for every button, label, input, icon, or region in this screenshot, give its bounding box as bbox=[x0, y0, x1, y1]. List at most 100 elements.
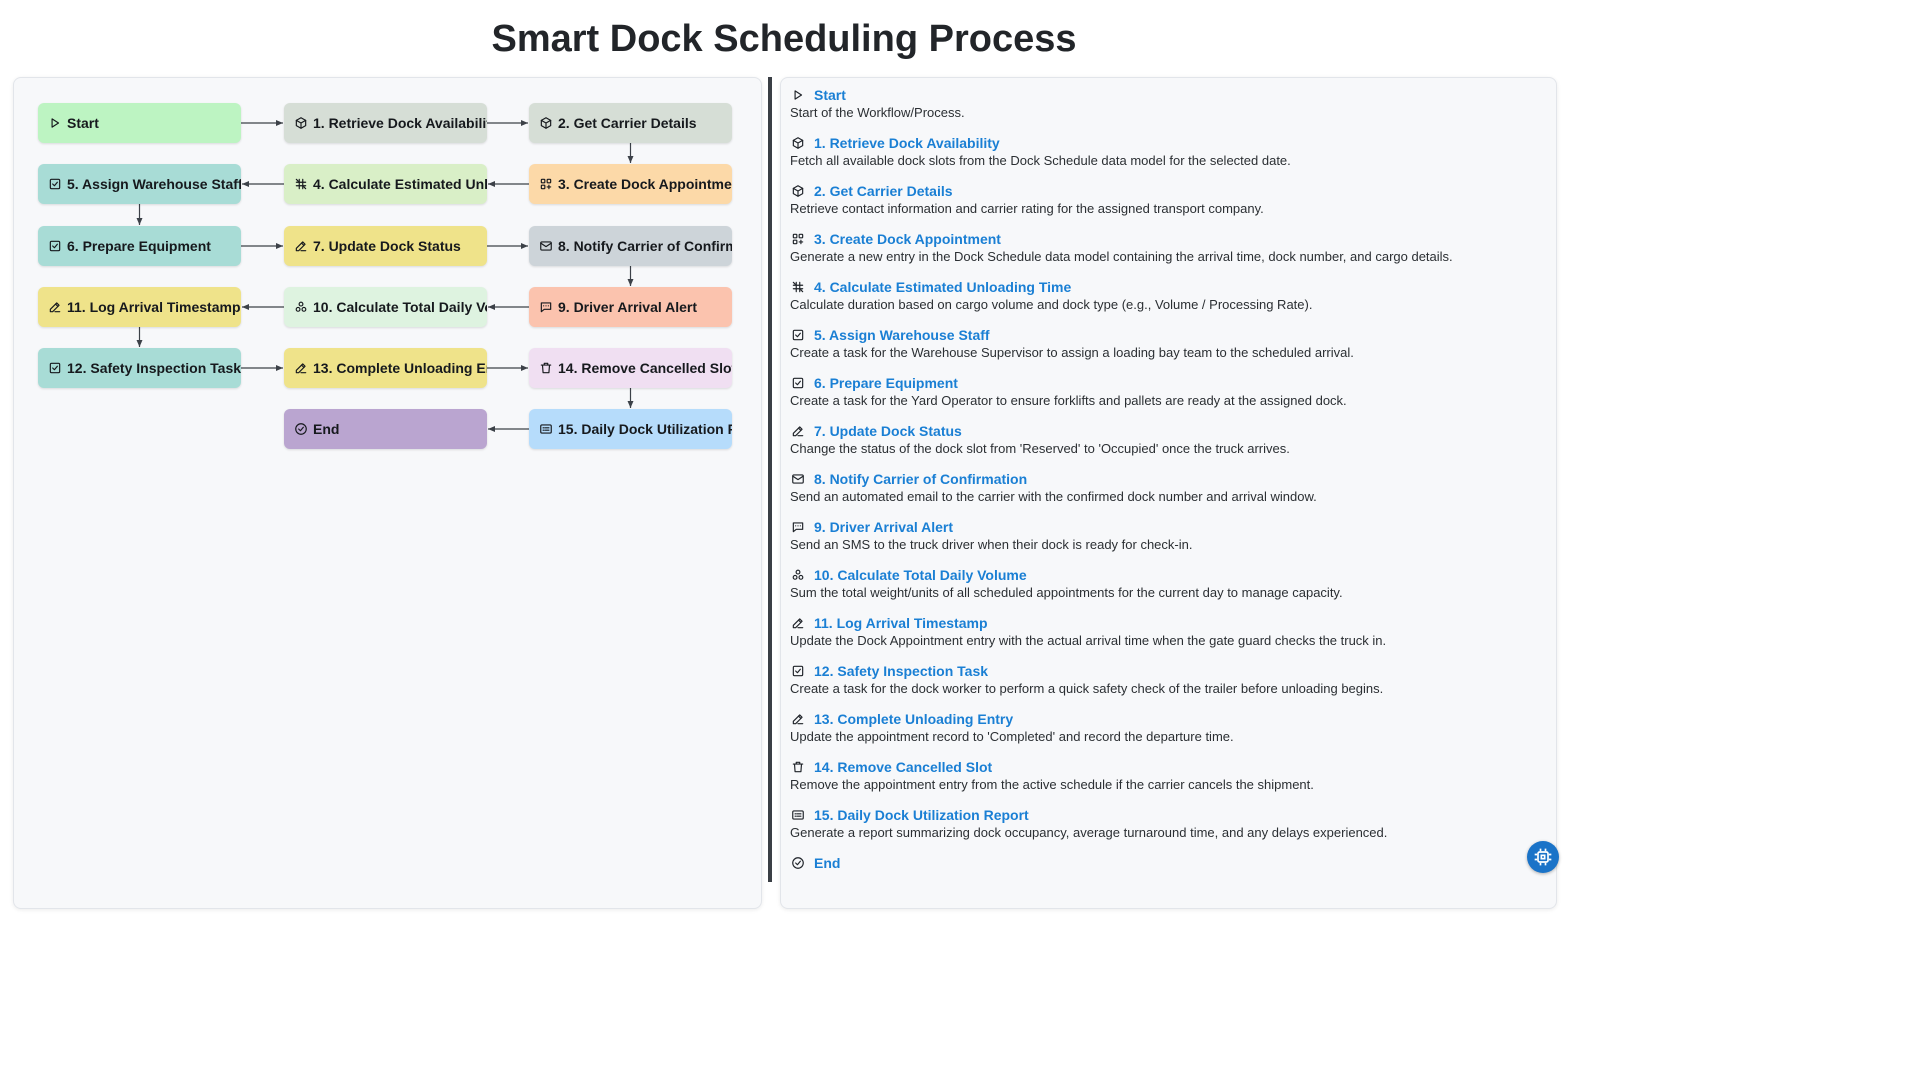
step-item: 1. Retrieve Dock Availability Fetch all a… bbox=[790, 134, 1550, 169]
node-s8[interactable]: 8. Notify Carrier of Confirmation bbox=[529, 226, 732, 266]
check-circle-icon bbox=[791, 856, 805, 870]
trash-icon bbox=[539, 361, 553, 375]
node-label: 3. Create Dock Appointment bbox=[558, 176, 732, 192]
step-description: Generate a new entry in the Dock Schedul… bbox=[790, 249, 1453, 264]
edit-icon bbox=[791, 424, 805, 438]
message-icon bbox=[539, 300, 553, 314]
report-icon bbox=[791, 808, 805, 822]
node-label: 15. Daily Dock Utilization Report bbox=[558, 421, 732, 437]
chip-icon bbox=[1533, 847, 1553, 867]
step-title-link[interactable]: 2. Get Carrier Details bbox=[814, 183, 953, 199]
node-label: 13. Complete Unloading Entry bbox=[313, 360, 487, 376]
node-label: 4. Calculate Estimated Unloading Time bbox=[313, 176, 487, 192]
panel-divider[interactable] bbox=[768, 77, 772, 882]
step-title-link[interactable]: 4. Calculate Estimated Unloading Time bbox=[814, 279, 1071, 295]
checkbox-icon bbox=[48, 177, 62, 191]
assistant-button[interactable] bbox=[1527, 841, 1559, 873]
trash-icon bbox=[791, 760, 805, 774]
step-item: 13. Complete Unloading Entry Update the a… bbox=[790, 710, 1550, 745]
node-s10[interactable]: 10. Calculate Total Daily Volume bbox=[284, 287, 487, 327]
checkbox-icon bbox=[48, 239, 62, 253]
node-s13[interactable]: 13. Complete Unloading Entry bbox=[284, 348, 487, 388]
step-title-link[interactable]: 9. Driver Arrival Alert bbox=[814, 519, 953, 535]
grid-icon bbox=[791, 232, 805, 246]
step-description: Remove the appointment entry from the ac… bbox=[790, 777, 1314, 792]
cube-icon bbox=[294, 116, 308, 130]
step-description: Create a task for the Warehouse Supervis… bbox=[790, 345, 1354, 360]
hash-icon bbox=[294, 177, 308, 191]
step-item: 10. Calculate Total Daily Volume Sum the … bbox=[790, 566, 1550, 601]
node-s7[interactable]: 7. Update Dock Status bbox=[284, 226, 487, 266]
node-label: 7. Update Dock Status bbox=[313, 238, 461, 254]
step-title-link[interactable]: 12. Safety Inspection Task bbox=[814, 663, 988, 679]
step-title-link[interactable]: 13. Complete Unloading Entry bbox=[814, 711, 1013, 727]
node-s3[interactable]: 3. Create Dock Appointment bbox=[529, 164, 732, 204]
step-description: Send an SMS to the truck driver when the… bbox=[790, 537, 1193, 552]
step-description: Send an automated email to the carrier w… bbox=[790, 489, 1317, 504]
step-item: 7. Update Dock Status Change the status o… bbox=[790, 422, 1550, 457]
step-description: Update the appointment record to 'Comple… bbox=[790, 729, 1234, 744]
step-title-link[interactable]: Start bbox=[814, 87, 846, 103]
step-item: 4. Calculate Estimated Unloading Time Cal… bbox=[790, 278, 1550, 313]
node-s11[interactable]: 11. Log Arrival Timestamp bbox=[38, 287, 241, 327]
node-label: 14. Remove Cancelled Slot bbox=[558, 360, 732, 376]
step-title-link[interactable]: 3. Create Dock Appointment bbox=[814, 231, 1001, 247]
step-title-link[interactable]: 10. Calculate Total Daily Volume bbox=[814, 567, 1027, 583]
edit-icon bbox=[791, 616, 805, 630]
node-s9[interactable]: 9. Driver Arrival Alert bbox=[529, 287, 732, 327]
node-label: 12. Safety Inspection Task bbox=[67, 360, 241, 376]
node-s6[interactable]: 6. Prepare Equipment bbox=[38, 226, 241, 266]
dots-icon bbox=[791, 568, 805, 582]
node-label: 1. Retrieve Dock Availability bbox=[313, 115, 487, 131]
node-s5[interactable]: 5. Assign Warehouse Staff bbox=[38, 164, 241, 204]
node-s12[interactable]: 12. Safety Inspection Task bbox=[38, 348, 241, 388]
edit-icon bbox=[294, 361, 308, 375]
node-s4[interactable]: 4. Calculate Estimated Unloading Time bbox=[284, 164, 487, 204]
step-description: Calculate duration based on cargo volume… bbox=[790, 297, 1313, 312]
cube-icon bbox=[539, 116, 553, 130]
report-icon bbox=[539, 422, 553, 436]
step-title-link[interactable]: 8. Notify Carrier of Confirmation bbox=[814, 471, 1027, 487]
step-item: 9. Driver Arrival Alert Send an SMS to th… bbox=[790, 518, 1550, 553]
step-item: 14. Remove Cancelled Slot Remove the appo… bbox=[790, 758, 1550, 793]
edit-icon bbox=[791, 712, 805, 726]
node-label: End bbox=[313, 421, 340, 437]
step-title-link[interactable]: 1. Retrieve Dock Availability bbox=[814, 135, 1000, 151]
node-label: 8. Notify Carrier of Confirmation bbox=[558, 238, 732, 254]
node-start[interactable]: Start bbox=[38, 103, 241, 143]
grid-icon bbox=[539, 177, 553, 191]
node-s15[interactable]: 15. Daily Dock Utilization Report bbox=[529, 409, 732, 449]
step-title-link[interactable]: 11. Log Arrival Timestamp bbox=[814, 615, 988, 631]
step-title-link[interactable]: 15. Daily Dock Utilization Report bbox=[814, 807, 1029, 823]
step-title-link[interactable]: 14. Remove Cancelled Slot bbox=[814, 759, 992, 775]
node-s2[interactable]: 2. Get Carrier Details bbox=[529, 103, 732, 143]
step-description: Create a task for the Yard Operator to e… bbox=[790, 393, 1347, 408]
cube-icon bbox=[791, 184, 805, 198]
play-icon bbox=[48, 116, 62, 130]
node-s14[interactable]: 14. Remove Cancelled Slot bbox=[529, 348, 732, 388]
checkbox-icon bbox=[791, 664, 805, 678]
step-item: 5. Assign Warehouse Staff Create a task f… bbox=[790, 326, 1550, 361]
node-label: 2. Get Carrier Details bbox=[558, 115, 697, 131]
edit-icon bbox=[48, 300, 62, 314]
dots-icon bbox=[294, 300, 308, 314]
node-s1[interactable]: 1. Retrieve Dock Availability bbox=[284, 103, 487, 143]
node-label: 11. Log Arrival Timestamp bbox=[67, 299, 241, 315]
step-item: 15. Daily Dock Utilization Report Generat… bbox=[790, 806, 1550, 841]
node-label: 10. Calculate Total Daily Volume bbox=[313, 299, 487, 315]
check-circle-icon bbox=[294, 422, 308, 436]
step-title-link[interactable]: 7. Update Dock Status bbox=[814, 423, 962, 439]
step-title-link[interactable]: End bbox=[814, 855, 840, 871]
step-title-link[interactable]: 6. Prepare Equipment bbox=[814, 375, 958, 391]
node-end[interactable]: End bbox=[284, 409, 487, 449]
node-label: 9. Driver Arrival Alert bbox=[558, 299, 698, 315]
step-item: 6. Prepare Equipment Create a task for th… bbox=[790, 374, 1550, 409]
step-title-link[interactable]: 5. Assign Warehouse Staff bbox=[814, 327, 990, 343]
step-description: Update the Dock Appointment entry with t… bbox=[790, 633, 1387, 648]
node-label: 5. Assign Warehouse Staff bbox=[67, 176, 241, 192]
step-list: Start Start of the Workflow/Process. 1. Re… bbox=[790, 86, 1550, 884]
step-item: 2. Get Carrier Details Retrieve contact i… bbox=[790, 182, 1550, 217]
cube-icon bbox=[791, 136, 805, 150]
mail-icon bbox=[791, 472, 805, 486]
hash-icon bbox=[791, 280, 805, 294]
